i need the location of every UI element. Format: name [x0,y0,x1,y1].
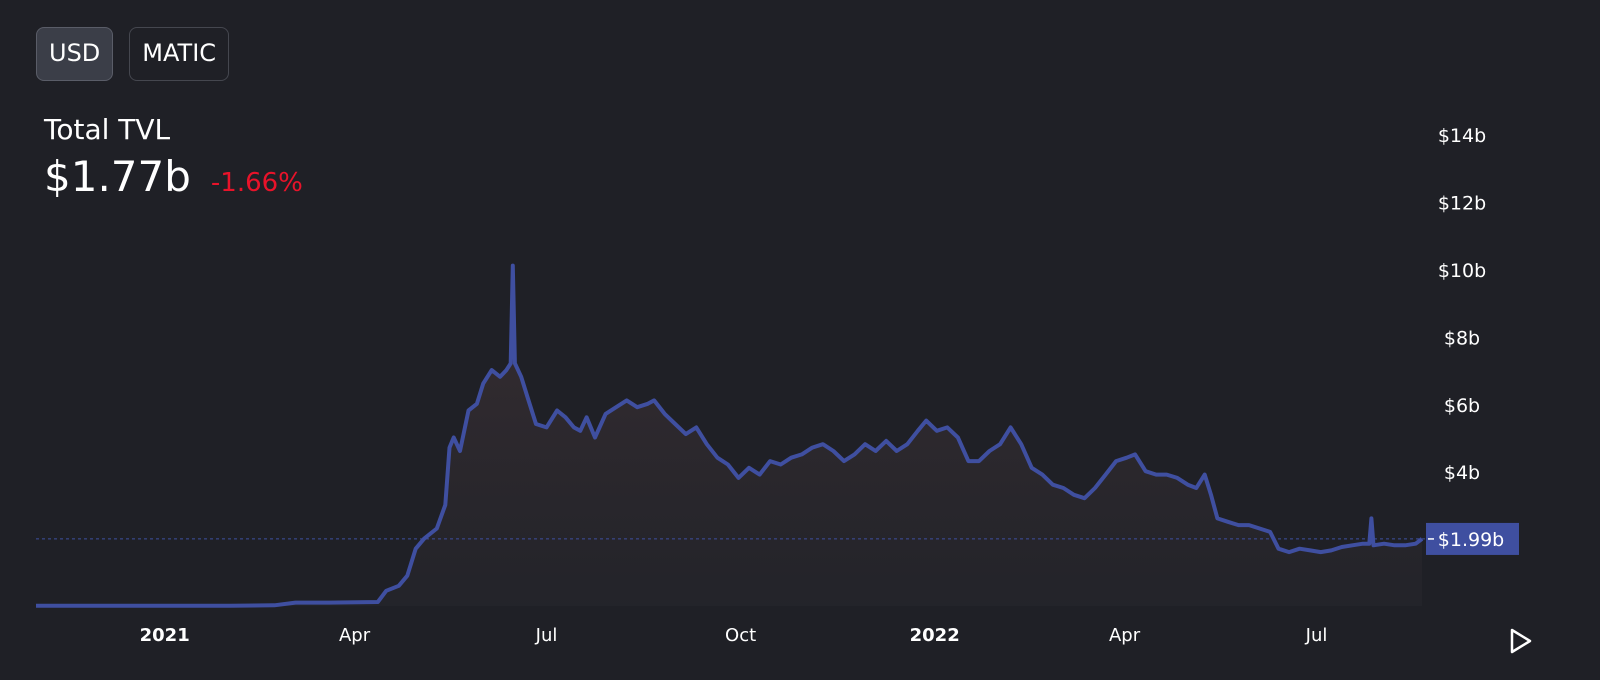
x-tick-label: Apr [339,625,371,646]
y-tick-label: $4b [1444,462,1480,484]
tvl-area-fill [36,265,1422,606]
x-tick-label: 2022 [910,625,960,646]
x-tick-label: Jul [535,625,558,646]
x-tick-label: Apr [1109,625,1141,646]
x-tick-label: Oct [725,625,756,646]
y-axis: $4b $6b $8b $10b $12b $14b [1438,125,1486,484]
last-value-label: $1.99b [1426,522,1519,555]
x-axis: 2021 Apr Jul Oct 2022 Apr Jul [140,625,1328,646]
y-tick-label: $8b [1444,327,1480,349]
x-tick-label: 2021 [140,625,190,646]
tvl-area-chart: $4b $6b $8b $10b $12b $14b 2021 Apr Jul Oct 2022 A… [36,125,1519,646]
y-tick-label: $6b [1444,395,1480,417]
play-icon[interactable] [1505,626,1535,656]
y-tick-label: $14b [1438,125,1486,147]
last-value-text: $1.99b [1438,529,1504,551]
y-tick-label: $12b [1438,193,1486,215]
x-tick-label: Jul [1305,625,1328,646]
y-tick-label: $10b [1438,260,1486,282]
